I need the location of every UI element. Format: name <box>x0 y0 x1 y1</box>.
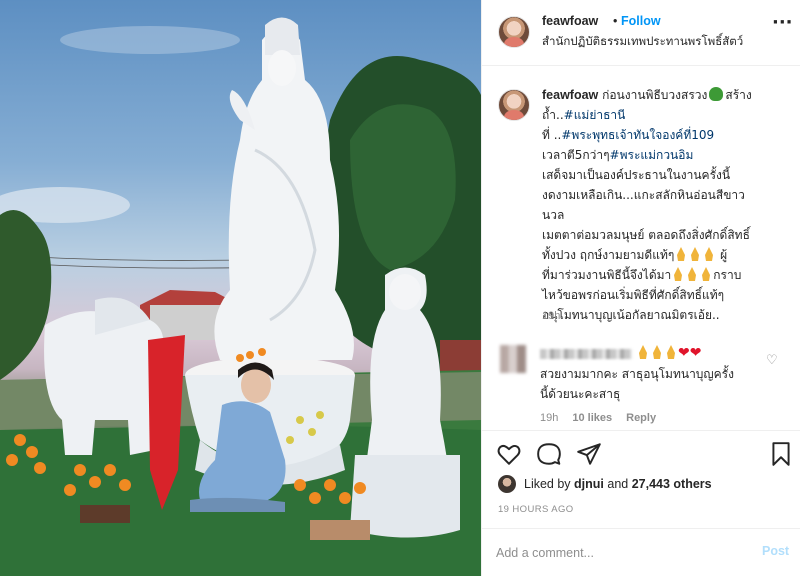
caption-text: สร้าง <box>725 88 752 102</box>
caption-text: ที่มาร่วมงานพิธีนี้จึงได้มา <box>542 268 672 282</box>
hashtag-link[interactable]: #พระแม่กวนอิม <box>610 148 694 162</box>
hashtag-link[interactable]: #แม่ย่าธานี <box>564 108 626 122</box>
praying-hands-icon <box>677 247 686 261</box>
header-separator: • <box>613 14 618 28</box>
praying-hands-icon <box>674 267 683 281</box>
caption-text: ทั้งปวง ฤกษ์งามยามดีแท้ๆ <box>542 248 675 262</box>
praying-hands-icon <box>688 267 697 281</box>
post-side-panel: feawfoaw • Follow สำนักปฏิบัติธรรมเทพประ… <box>481 0 800 576</box>
heart-icon[interactable] <box>496 441 522 467</box>
photo-illustration <box>0 17 481 576</box>
post-timestamp[interactable]: 19 HOURS AGO <box>498 504 574 515</box>
comment-input[interactable] <box>496 541 746 565</box>
praying-hands-icon <box>705 247 714 261</box>
red-heart-icon: ❤ <box>689 345 702 361</box>
comment-text: สวยงามมากคะ สาธุอนุโมทนาบุญครั้ง นี้ด้วย… <box>540 364 740 404</box>
liked-by-and: and <box>603 477 632 491</box>
caption-text: ไหว้ขอพรก่อนเริ่มพิธีที่ศักดิ์สิทธิ์แท้ๆ <box>542 288 725 302</box>
comment-like-heart-icon[interactable]: ♡ <box>766 353 778 368</box>
comment-text-line: นี้ด้วยนะคะสาธุ <box>540 387 621 401</box>
author-avatar[interactable] <box>498 16 530 48</box>
praying-hands-icon <box>639 345 647 359</box>
commenter-avatar-blurred[interactable] <box>500 345 526 373</box>
comment-likes[interactable]: 10 likes <box>572 412 612 424</box>
liker-avatar[interactable] <box>498 475 516 493</box>
post-photo[interactable] <box>0 0 481 576</box>
praying-hands-icon <box>653 345 661 359</box>
caption-text: ถ้ำ.. <box>542 108 564 122</box>
comment-text-line: สวยงามมากคะ สาธุอนุโมทนาบุญครั้ง <box>540 367 734 381</box>
caption-text: ที่ .. <box>542 128 562 142</box>
hashtag-link[interactable]: #พระพุทธเจ้าทันใจองค์ที่109 <box>561 128 714 142</box>
commenter-name-blurred <box>540 349 632 359</box>
caption-text: กราบ <box>713 268 742 282</box>
caption-text: ก่อนงานพิธีบวงสรวง <box>598 88 708 102</box>
comment-icon[interactable] <box>536 441 562 467</box>
follow-button[interactable]: Follow <box>621 14 661 28</box>
caption-username[interactable]: feawfoaw <box>542 88 598 102</box>
post-location[interactable]: สำนักปฏิบัติธรรมเทพประทานพรโพธิ์สัตว์ <box>542 33 743 51</box>
liked-by-prefix: Liked by <box>524 477 575 491</box>
caption-text: เวลาตี5กว่าๆ <box>542 148 610 162</box>
liked-by: Liked by djnui and 27,443 others <box>498 475 712 495</box>
post-caption: feawfoaw ก่อนงานพิธีบวงสรวง สร้าง ถ้ำ..#แ… <box>542 85 788 325</box>
caption-author-avatar[interactable] <box>498 89 530 121</box>
caption-text: เสด็จมาเป็นองค์ประธานในงานครั้งนี้ <box>542 168 731 182</box>
post-actions: Liked by djnui and 27,443 others 19 HOUR… <box>482 430 800 528</box>
praying-hands-icon <box>702 267 711 281</box>
more-options-icon[interactable]: ··· <box>772 12 793 33</box>
praying-hands-icon <box>691 247 700 261</box>
liked-by-count[interactable]: 27,443 others <box>632 477 712 491</box>
caption-text: เมตตาต่อมวลมนุษย์ ตลอดถึงสิ่งศักดิ์สิทธิ… <box>542 228 750 242</box>
add-comment-bar: Post <box>482 528 800 576</box>
comments-section: feawfoaw ก่อนงานพิธีบวงสรวง สร้าง ถ้ำ..#แ… <box>482 67 800 430</box>
caption-text: ผู้ <box>716 248 728 262</box>
snake-emoji-icon <box>709 87 724 101</box>
comment-emojis: ❤❤ <box>636 345 701 361</box>
share-icon[interactable] <box>576 441 602 467</box>
bookmark-icon[interactable] <box>768 441 794 467</box>
author-username[interactable]: feawfoaw <box>542 14 598 28</box>
red-heart-icon: ❤ <box>678 345 690 361</box>
comment-meta: 19h 10 likes Reply <box>540 412 670 424</box>
caption-text: งดงามเหลือเกิน...แกะสลักหินอ่อนสีขาว <box>542 188 745 202</box>
caption-timestamp[interactable]: 19h <box>542 310 560 322</box>
caption-text: นวล <box>542 208 565 222</box>
comment-time[interactable]: 19h <box>540 412 558 424</box>
comment-reply-button[interactable]: Reply <box>626 412 656 424</box>
post-comment-button[interactable]: Post <box>762 544 789 558</box>
liked-by-user[interactable]: djnui <box>574 477 604 491</box>
post-header: feawfoaw • Follow สำนักปฏิบัติธรรมเทพประ… <box>482 0 800 66</box>
caption-text: อนุโมทนาบุญเน้อกัลยาณมิตรเอ้ย.. <box>542 308 720 322</box>
praying-hands-icon <box>667 345 675 359</box>
